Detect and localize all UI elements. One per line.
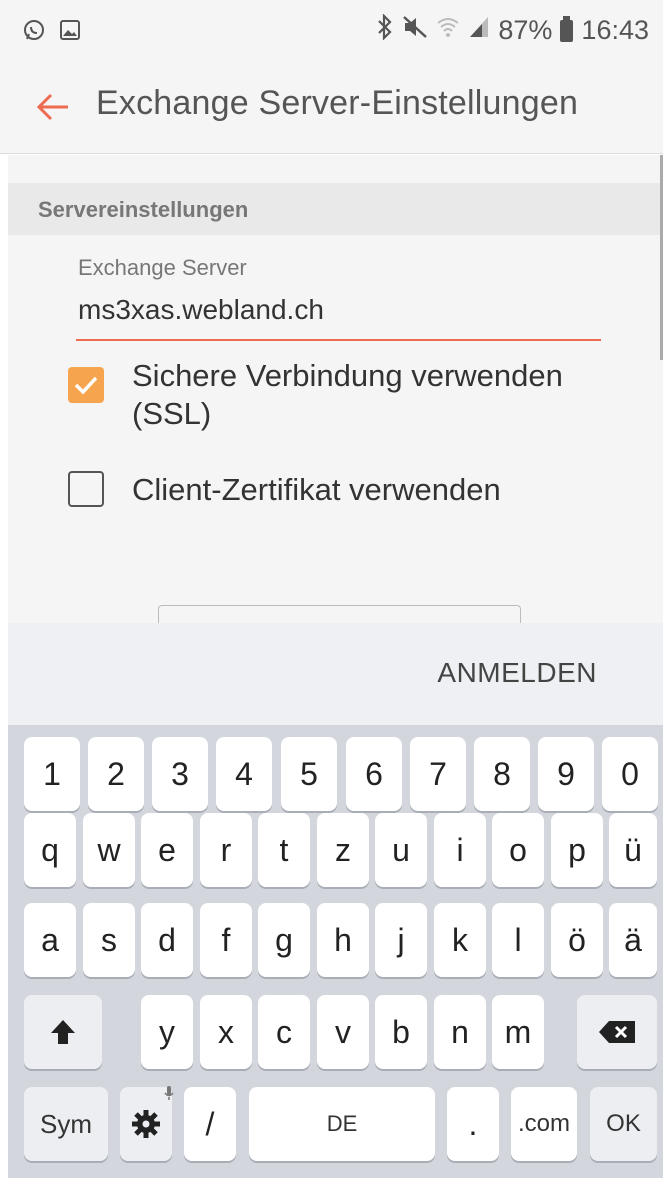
sym-key-label: Sym [40,1108,92,1139]
shift-key[interactable] [24,995,102,1069]
status-bar-right: 87% 16:43 [376,13,649,47]
key-8[interactable]: 8 [474,737,530,811]
exchange-server-input[interactable] [76,285,601,341]
image-icon [58,18,82,42]
section-header: Servereinstellungen [8,183,663,235]
key-6[interactable]: 6 [346,737,402,811]
key-s[interactable]: s [83,903,135,977]
key-l[interactable]: l [492,903,544,977]
key-n[interactable]: n [434,995,486,1069]
key-y[interactable]: y [141,995,193,1069]
key-c[interactable]: c [258,995,310,1069]
key-z[interactable]: z [317,813,369,887]
key-r[interactable]: r [200,813,252,887]
key-t[interactable]: t [258,813,310,887]
key-a-umlaut[interactable]: ä [609,903,657,977]
key-b[interactable]: b [375,995,427,1069]
key-d[interactable]: d [141,903,193,977]
key-p[interactable]: p [551,813,603,887]
clock: 16:43 [581,15,649,45]
key-9[interactable]: 9 [538,737,594,811]
key-7[interactable]: 7 [410,737,466,811]
wifi-icon [436,15,460,46]
whatsapp-icon [22,18,46,42]
key-v[interactable]: v [317,995,369,1069]
key-g[interactable]: g [258,903,310,977]
settings-key[interactable] [120,1086,174,1161]
key-o-umlaut[interactable]: ö [551,903,603,977]
arrow-left-icon [36,93,68,121]
check-icon [74,376,98,395]
key-u-umlaut[interactable]: ü [609,813,657,887]
key-h[interactable]: h [317,903,369,977]
key-4[interactable]: 4 [216,737,272,811]
status-bar: 87% 16:43 [0,0,663,62]
client-cert-checkbox-label: Client-Zertifikat verwenden [132,472,501,507]
key-k[interactable]: k [434,903,486,977]
battery-level: 87% [498,15,553,45]
app-bar: Exchange Server-Einstellungen [0,62,663,154]
sym-key[interactable]: Sym [24,1087,108,1161]
ok-key[interactable]: OK [590,1087,657,1161]
battery-icon [560,15,574,42]
back-button[interactable] [30,84,76,130]
microphone-icon [164,1086,174,1100]
backspace-icon [599,1021,635,1043]
client-cert-checkbox[interactable] [68,471,104,507]
key-j[interactable]: j [375,903,427,977]
key-e[interactable]: e [141,813,193,887]
shift-arrow-icon [51,1020,75,1044]
key-x[interactable]: x [200,995,252,1069]
section-title: Servereinstellungen [38,197,249,222]
anmelden-button[interactable]: ANMELDEN [437,657,597,689]
ssl-checkbox-label: Sichere Verbindung verwenden (SSL) [132,358,563,431]
mute-icon [402,15,428,46]
key-3[interactable]: 3 [152,737,208,811]
backspace-key[interactable] [577,995,657,1069]
key-period[interactable]: . [447,1087,499,1161]
key-a[interactable]: a [24,903,76,977]
keyboard-action-strip: ANMELDEN [8,623,663,725]
space-key-label: DE [326,1111,358,1136]
key-0[interactable]: 0 [602,737,658,811]
client-cert-checkbox-row[interactable]: Client-Zertifikat verwenden [68,471,602,509]
key-o[interactable]: o [492,813,544,887]
gear-icon [132,1110,160,1138]
signal-icon [468,15,490,46]
key-m[interactable]: m [492,995,544,1069]
key-1[interactable]: 1 [24,737,80,811]
page-title: Exchange Server-Einstellungen [96,84,579,122]
key-2[interactable]: 2 [88,737,144,811]
key-q[interactable]: q [24,813,76,887]
exchange-server-label: Exchange Server [78,255,247,280]
ssl-checkbox[interactable] [68,367,104,403]
dotcom-key[interactable]: .com [511,1087,577,1161]
key-w[interactable]: w [83,813,135,887]
ok-key-label: OK [606,1110,641,1137]
space-key[interactable]: DE [249,1087,435,1161]
settings-content: Servereinstellungen Exchange Server Sich… [8,155,663,645]
status-bar-left-icons [22,18,82,42]
key-f[interactable]: f [200,903,252,977]
dotcom-key-label: .com [517,1110,570,1137]
keyboard: 1 2 3 4 5 6 7 8 9 0 q w e r t z u i o p … [8,725,663,1178]
key-slash[interactable]: / [184,1087,236,1161]
key-u[interactable]: u [375,813,427,887]
key-5[interactable]: 5 [281,737,337,811]
ssl-checkbox-row[interactable]: Sichere Verbindung verwenden (SSL) [68,358,602,433]
bluetooth-icon [376,13,394,47]
key-i[interactable]: i [434,813,486,887]
